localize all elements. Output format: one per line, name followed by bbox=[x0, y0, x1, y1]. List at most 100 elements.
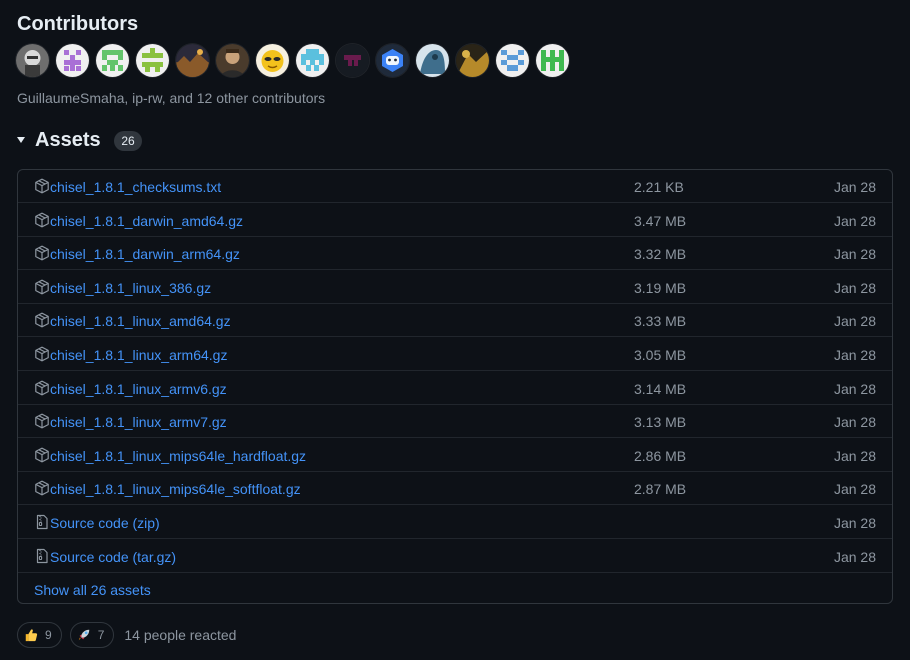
asset-name: chisel_1.8.1_linux_mips64le_hardfloat.gz bbox=[50, 447, 307, 464]
user-avatar-11[interactable] bbox=[416, 44, 449, 77]
asset-date: Jan 28 bbox=[833, 380, 876, 397]
package-icon bbox=[34, 480, 50, 496]
contributors-title: Contributors bbox=[17, 13, 139, 35]
asset-archive-type: (zip) bbox=[128, 515, 160, 531]
asset-date: Jan 28 bbox=[833, 481, 876, 498]
asset-name: chisel_1.8.1_linux_armv7.gz bbox=[50, 414, 227, 431]
user-avatar-1[interactable] bbox=[16, 44, 49, 77]
package-icon bbox=[34, 245, 50, 261]
file-zip-icon bbox=[34, 514, 50, 530]
asset-name: chisel_1.8.1_checksums.txt bbox=[50, 179, 222, 195]
asset-date: Jan 28 bbox=[833, 179, 876, 195]
asset-name: chisel_1.8.1_linux_386.gz bbox=[50, 279, 212, 296]
asset-link[interactable]: chisel_1.8.1_linux_amd64.gz bbox=[50, 312, 231, 330]
asset-date: Jan 28 bbox=[833, 347, 876, 363]
asset-date: Jan 28 bbox=[833, 246, 876, 263]
asset-name: chisel_1.8.1_linux_mips64le_softfloat.gz bbox=[50, 481, 301, 498]
asset-size: 3.32 MB bbox=[634, 246, 687, 263]
package-icon bbox=[34, 380, 50, 396]
contributors-summary[interactable]: GuillaumeSmaha, ip-rw, and 12 other cont… bbox=[17, 89, 325, 107]
asset-size: 2.87 MB bbox=[634, 481, 687, 498]
contributor-avatars bbox=[16, 44, 569, 77]
caret-down-icon bbox=[17, 137, 25, 143]
asset-name: chisel_1.8.1_linux_armv6.gz bbox=[50, 380, 227, 397]
user-avatar-5[interactable] bbox=[176, 44, 209, 77]
user-avatar-8[interactable] bbox=[296, 44, 329, 77]
asset-link[interactable]: Source code (zip) bbox=[50, 514, 160, 532]
asset-row: Source code (zip) Jan 28 bbox=[18, 506, 892, 539]
user-avatar-13[interactable] bbox=[496, 44, 529, 77]
asset-link[interactable]: chisel_1.8.1_darwin_arm64.gz bbox=[50, 245, 240, 263]
reactions-bar: 9 7 14 people reacted bbox=[17, 622, 236, 648]
asset-name: Source code bbox=[50, 515, 129, 531]
package-icon bbox=[34, 346, 50, 362]
user-avatar-6[interactable] bbox=[216, 44, 249, 77]
asset-date: Jan 28 bbox=[833, 279, 876, 296]
asset-link[interactable]: chisel_1.8.1_checksums.txt bbox=[50, 178, 221, 196]
user-avatar-10[interactable] bbox=[376, 44, 409, 77]
asset-row: chisel_1.8.1_checksums.txt 2.21 KB Jan 28 bbox=[18, 170, 892, 203]
asset-date: Jan 28 bbox=[833, 548, 876, 565]
rocket-icon bbox=[78, 629, 89, 641]
asset-archive-type: (tar.gz) bbox=[128, 548, 177, 565]
asset-link[interactable]: chisel_1.8.1_linux_386.gz bbox=[50, 279, 211, 297]
asset-date: Jan 28 bbox=[833, 515, 876, 531]
reactions-summary[interactable]: 14 people reacted bbox=[124, 626, 236, 644]
reaction-count: 7 bbox=[97, 628, 105, 642]
package-icon bbox=[34, 447, 50, 463]
user-avatar-4[interactable] bbox=[136, 44, 169, 77]
show-all-assets-link[interactable]: Show all 26 assets bbox=[34, 581, 151, 599]
asset-link[interactable]: chisel_1.8.1_linux_mips64le_softfloat.gz bbox=[50, 480, 301, 498]
user-avatar-12[interactable] bbox=[456, 44, 489, 77]
asset-name: chisel_1.8.1_linux_arm64.gz bbox=[50, 347, 228, 363]
assets-toggle[interactable]: Assets bbox=[15, 129, 101, 151]
asset-size: 3.19 MB bbox=[634, 279, 687, 296]
asset-link[interactable]: chisel_1.8.1_linux_armv6.gz bbox=[50, 380, 227, 398]
asset-link[interactable]: chisel_1.8.1_linux_armv7.gz bbox=[50, 413, 227, 431]
thumbs-up-icon bbox=[25, 629, 38, 642]
asset-date: Jan 28 bbox=[833, 414, 876, 431]
assets-list: chisel_1.8.1_checksums.txt 2.21 KB Jan 28 c… bbox=[17, 169, 893, 604]
package-icon bbox=[34, 279, 50, 295]
asset-row: chisel_1.8.1_linux_mips64le_hardfloat.gz… bbox=[18, 439, 892, 472]
asset-name: chisel_1.8.1_darwin_arm64.gz bbox=[50, 246, 240, 263]
asset-row: chisel_1.8.1_linux_armv6.gz 3.14 MB Jan 28 bbox=[18, 372, 892, 405]
user-avatar-9[interactable] bbox=[336, 44, 369, 77]
asset-row: chisel_1.8.1_linux_386.gz 3.19 MB Jan 28 bbox=[18, 271, 892, 304]
asset-size: 3.33 MB bbox=[634, 313, 687, 330]
user-avatar-2[interactable] bbox=[56, 44, 89, 77]
asset-size: 3.13 MB bbox=[634, 414, 687, 431]
asset-link[interactable]: Source code (tar.gz) bbox=[50, 548, 176, 566]
package-icon bbox=[34, 312, 50, 328]
assets-title: Assets bbox=[35, 129, 101, 151]
asset-name: Source code bbox=[50, 548, 129, 565]
asset-date: Jan 28 bbox=[833, 447, 876, 464]
user-avatar-7[interactable] bbox=[256, 44, 289, 77]
asset-row: chisel_1.8.1_linux_amd64.gz 3.33 MB Jan 28 bbox=[18, 304, 892, 338]
asset-row: chisel_1.8.1_linux_armv7.gz 3.13 MB Jan 28 bbox=[18, 405, 892, 439]
asset-size: 3.05 MB bbox=[634, 347, 687, 363]
reaction-rocket[interactable]: 7 bbox=[69, 622, 115, 648]
package-icon bbox=[34, 178, 50, 194]
asset-row: chisel_1.8.1_linux_arm64.gz 3.05 MB Jan 28 bbox=[18, 338, 892, 371]
asset-link[interactable]: chisel_1.8.1_darwin_amd64.gz bbox=[50, 212, 243, 230]
reaction-count: 9 bbox=[45, 628, 52, 642]
asset-name: chisel_1.8.1_linux_amd64.gz bbox=[50, 313, 231, 330]
user-avatar-3[interactable] bbox=[96, 44, 129, 77]
reaction-thumbs-up[interactable]: 9 bbox=[17, 622, 62, 648]
asset-row: Source code (tar.gz) Jan 28 bbox=[18, 540, 892, 573]
asset-row: chisel_1.8.1_darwin_amd64.gz 3.47 MB Jan 2… bbox=[18, 204, 892, 237]
user-avatar-14[interactable] bbox=[536, 44, 569, 77]
asset-row: chisel_1.8.1_linux_mips64le_softfloat.gz… bbox=[18, 472, 892, 506]
asset-size: 2.86 MB bbox=[634, 447, 687, 464]
assets-count-badge: 26 bbox=[114, 131, 142, 151]
asset-size: 3.47 MB bbox=[634, 212, 687, 229]
file-zip-icon bbox=[34, 548, 50, 564]
asset-size: 2.21 KB bbox=[634, 179, 684, 195]
asset-link[interactable]: chisel_1.8.1_linux_mips64le_hardfloat.gz bbox=[50, 447, 306, 465]
package-icon bbox=[34, 413, 50, 429]
asset-link[interactable]: chisel_1.8.1_linux_arm64.gz bbox=[50, 346, 227, 364]
package-icon bbox=[34, 212, 50, 228]
asset-date: Jan 28 bbox=[833, 313, 876, 330]
asset-date: Jan 28 bbox=[833, 212, 876, 229]
